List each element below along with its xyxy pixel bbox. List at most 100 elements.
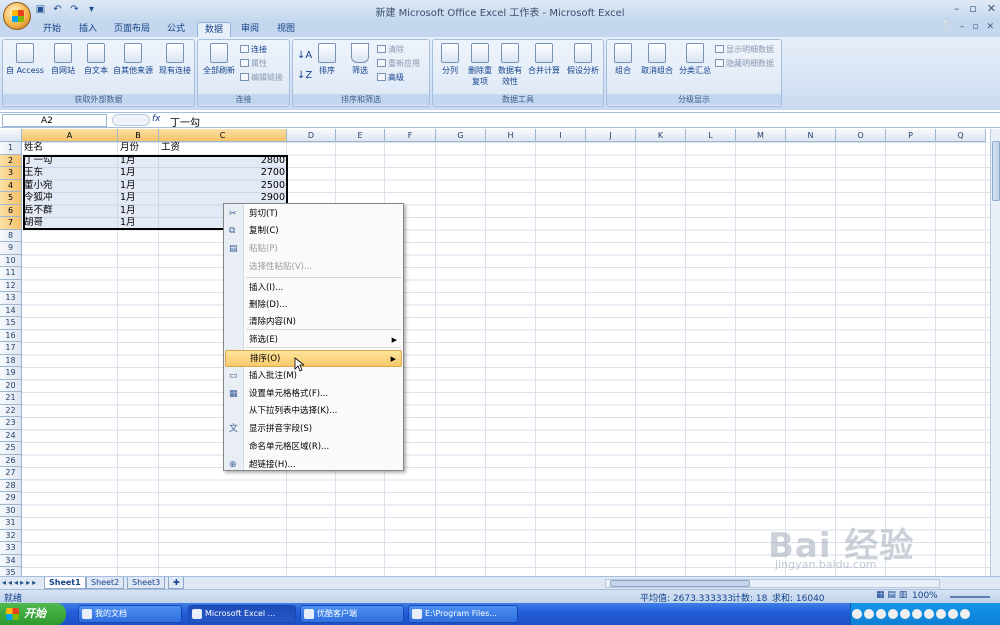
menu-item-3[interactable]: 选择性粘贴(V)... xyxy=(225,259,402,276)
horizontal-scrollbar[interactable] xyxy=(605,579,940,588)
existing-connections-button[interactable]: 现有连接 xyxy=(157,43,193,76)
tab-home[interactable]: 开始 xyxy=(38,22,66,37)
row-header-7[interactable]: 7 xyxy=(0,217,22,230)
menu-item-10[interactable]: ▦ 设置单元格格式(F)... xyxy=(225,386,402,403)
table-cell[interactable]: 1月 xyxy=(120,192,158,205)
advanced-filter-button[interactable]: 高级 xyxy=(377,72,404,83)
column-header-d[interactable]: D xyxy=(287,129,336,142)
row-header-4[interactable]: 4 xyxy=(0,179,22,192)
menu-item-14[interactable]: ⊕ 超链接(H)... xyxy=(225,457,402,474)
column-header-l[interactable]: L xyxy=(686,129,736,142)
row-header-8[interactable]: 8 xyxy=(0,229,22,242)
header-cell[interactable]: 月份 xyxy=(120,142,158,155)
minimize-icon[interactable]: – xyxy=(954,2,960,15)
maximize-icon[interactable]: ▫ xyxy=(969,2,976,15)
from-text-button[interactable]: 自文本 xyxy=(81,43,111,76)
column-header-f[interactable]: F xyxy=(385,129,436,142)
refresh-all-button[interactable]: 全部刷新 xyxy=(200,43,238,76)
connections-button[interactable]: 连接 xyxy=(240,44,267,55)
insert-sheet-icon[interactable]: ✚ xyxy=(168,577,184,589)
row-header-27[interactable]: 27 xyxy=(0,467,22,480)
tray-icon[interactable] xyxy=(876,609,886,619)
menu-item-12[interactable]: 文显示拼音字段(S) xyxy=(225,421,402,438)
select-all-corner[interactable] xyxy=(0,129,22,142)
row-header-19[interactable]: 19 xyxy=(0,367,22,380)
reapply-button[interactable]: 重新应用 xyxy=(377,58,420,69)
row-header-32[interactable]: 32 xyxy=(0,529,22,542)
table-cell[interactable]: 2800 xyxy=(161,155,285,168)
zoom-level[interactable]: 100% xyxy=(912,591,938,601)
table-cell[interactable]: 1月 xyxy=(120,205,158,218)
header-cell[interactable]: 工资 xyxy=(161,142,285,155)
table-cell[interactable]: 丁一勾 xyxy=(24,155,116,168)
table-cell[interactable]: 董小宛 xyxy=(24,180,116,193)
row-header-18[interactable]: 18 xyxy=(0,354,22,367)
column-header-i[interactable]: I xyxy=(536,129,586,142)
row-header-6[interactable]: 6 xyxy=(0,204,22,217)
consolidate-button[interactable]: 合并计算 xyxy=(525,43,563,76)
from-other-sources-button[interactable]: 自其他来源 xyxy=(111,43,155,76)
row-header-21[interactable]: 21 xyxy=(0,392,22,405)
table-cell[interactable]: 1月 xyxy=(120,217,158,230)
from-access-button[interactable]: 自 Access xyxy=(6,43,44,76)
show-detail-button[interactable]: 显示明细数据 xyxy=(715,44,774,55)
row-header-26[interactable]: 26 xyxy=(0,454,22,467)
column-header-o[interactable]: O xyxy=(836,129,886,142)
row-header-23[interactable]: 23 xyxy=(0,417,22,430)
edit-links-button[interactable]: 编辑链接 xyxy=(240,72,283,83)
menu-item-0[interactable]: ✂ 剪切(T) xyxy=(225,206,402,223)
tab-insert[interactable]: 插入 xyxy=(74,22,102,37)
column-header-m[interactable]: M xyxy=(736,129,786,142)
row-header-22[interactable]: 22 xyxy=(0,404,22,417)
row-header-14[interactable]: 14 xyxy=(0,304,22,317)
start-button[interactable]: 开始 xyxy=(0,603,66,625)
view-buttons[interactable]: ▦ ▤ ▥ xyxy=(876,590,907,600)
column-header-n[interactable]: N xyxy=(786,129,836,142)
tray-icon[interactable] xyxy=(912,609,922,619)
column-header-q[interactable]: Q xyxy=(936,129,986,142)
column-header-h[interactable]: H xyxy=(486,129,536,142)
from-web-button[interactable]: 自网站 xyxy=(47,43,79,76)
clear-filter-button[interactable]: 清除 xyxy=(377,44,404,55)
ribbon-minimize-icon[interactable]: – xyxy=(960,22,965,32)
row-header-24[interactable]: 24 xyxy=(0,429,22,442)
sort-button[interactable]: 排序 xyxy=(313,43,341,76)
remove-duplicates-button[interactable]: 删除重复项 xyxy=(465,43,495,87)
menu-item-7[interactable]: 筛选(E) ▶ xyxy=(225,332,402,349)
tab-view[interactable]: 视图 xyxy=(272,22,300,37)
group-button[interactable]: 组合 xyxy=(609,43,637,76)
row-header-1[interactable]: 1 xyxy=(0,142,22,155)
table-cell[interactable]: 王东 xyxy=(24,167,116,180)
properties-button[interactable]: 属性 xyxy=(240,58,267,69)
tray-icon[interactable] xyxy=(948,609,958,619)
row-header-31[interactable]: 31 xyxy=(0,517,22,530)
tray-icon[interactable] xyxy=(864,609,874,619)
menu-item-13[interactable]: 命名单元格区域(R)... xyxy=(225,439,402,456)
menu-item-5[interactable]: 删除(D)... xyxy=(225,297,402,314)
tray-icon[interactable] xyxy=(900,609,910,619)
sort-descending-icon[interactable]: ↓Z xyxy=(297,70,312,81)
column-header-j[interactable]: J xyxy=(586,129,636,142)
table-cell[interactable]: 2500 xyxy=(161,180,285,193)
vertical-scroll-thumb[interactable] xyxy=(992,141,1000,201)
text-to-columns-button[interactable]: 分列 xyxy=(435,43,465,76)
row-header-10[interactable]: 10 xyxy=(0,254,22,267)
row-header-20[interactable]: 20 xyxy=(0,379,22,392)
table-cell[interactable]: 1月 xyxy=(120,167,158,180)
sheet-tab-3[interactable]: Sheet3 xyxy=(127,577,166,589)
row-header-12[interactable]: 12 xyxy=(0,279,22,292)
row-header-3[interactable]: 3 xyxy=(0,167,22,180)
office-button[interactable] xyxy=(3,2,31,30)
row-header-9[interactable]: 9 xyxy=(0,242,22,255)
table-cell[interactable]: 2700 xyxy=(161,167,285,180)
subtotal-button[interactable]: 分类汇总 xyxy=(677,43,713,76)
menu-item-11[interactable]: 从下拉列表中选择(K)... xyxy=(225,403,402,420)
row-header-29[interactable]: 29 xyxy=(0,492,22,505)
task-youku[interactable]: 优酷客户端 xyxy=(300,605,404,623)
function-icon[interactable]: fx xyxy=(112,114,162,127)
column-header-g[interactable]: G xyxy=(436,129,486,142)
row-header-11[interactable]: 11 xyxy=(0,267,22,280)
menu-item-2[interactable]: ▤ 粘贴(P) xyxy=(225,241,402,258)
task-program-files[interactable]: E:\Program Files... xyxy=(408,605,518,623)
task-my-documents[interactable]: 我的文档 xyxy=(78,605,182,623)
